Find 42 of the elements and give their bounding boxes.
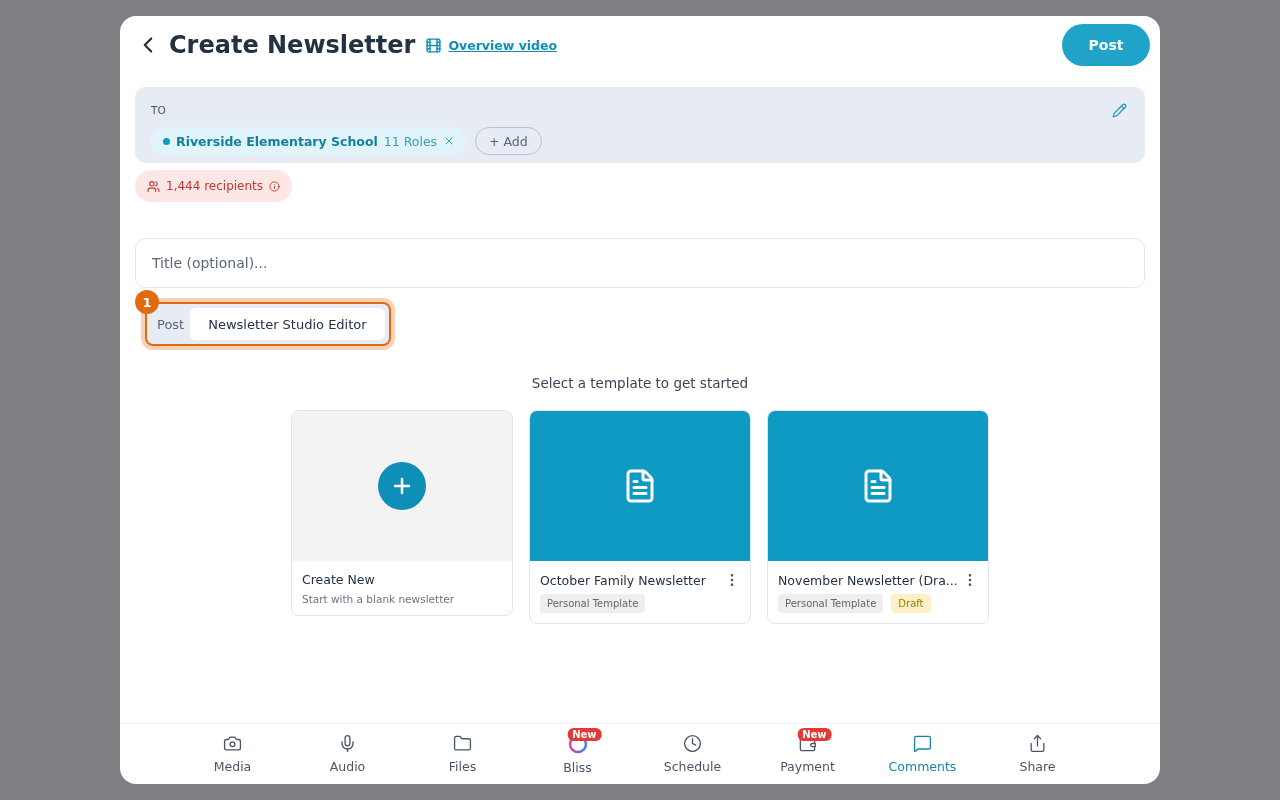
share-icon <box>1028 734 1047 753</box>
template-card[interactable]: November Newsletter (Dra... Personal Template Draft <box>767 410 989 624</box>
microphone-icon <box>338 734 357 753</box>
edit-button[interactable] <box>1112 103 1127 118</box>
template-tag: Personal Template <box>540 594 646 613</box>
card-title: November Newsletter (Dra... <box>778 572 958 588</box>
people-icon <box>147 179 160 193</box>
toolbar-button[interactable]: New Bliss <box>520 724 635 784</box>
title-field[interactable]: Title (optional)... <box>135 238 1145 288</box>
toolbar-button[interactable]: Schedule <box>635 724 750 784</box>
toolbar-button[interactable]: Comments <box>865 724 980 784</box>
recipient-name: Riverside Elementary School <box>176 133 378 149</box>
camera-icon <box>223 734 242 753</box>
new-badge: New <box>567 728 602 741</box>
toolbar-button[interactable]: Audio <box>290 724 405 784</box>
info-icon <box>269 180 281 192</box>
template-tag: Personal Template <box>778 594 884 613</box>
toolbar-button[interactable]: Files <box>405 724 520 784</box>
recipient-chip[interactable]: Riverside Elementary School 11 Roles <box>151 127 468 155</box>
plus-icon <box>378 462 426 510</box>
card-subtitle: Start with a blank newsletter <box>302 593 456 605</box>
page-title: Create Newsletter <box>169 31 416 59</box>
card-title: Create New <box>302 572 375 587</box>
toolbar-button[interactable]: Media <box>175 724 290 784</box>
toolbar-button[interactable]: Share <box>980 724 1095 784</box>
recipients-count: 1,444 recipients <box>166 179 264 193</box>
folder-icon <box>453 734 472 753</box>
new-badge: New <box>797 728 832 741</box>
templates-heading: Select a template to get started <box>530 375 750 391</box>
template-tag: Draft <box>891 594 931 613</box>
editor-tab[interactable]: Newsletter Studio Editor <box>190 308 385 340</box>
roles-count: 11 Roles <box>383 133 438 149</box>
toolbar-button[interactable]: New Payment <box>750 724 865 784</box>
card-title: October Family Newsletter <box>540 572 706 588</box>
overview-video-link[interactable]: Overview video <box>448 37 558 53</box>
step-badge: 1 <box>135 290 159 314</box>
to-label: TO <box>151 104 166 116</box>
comment-icon <box>913 734 932 753</box>
film-icon <box>425 36 443 54</box>
template-card[interactable]: October Family Newsletter Personal Template <box>529 410 751 624</box>
clock-icon <box>683 734 702 753</box>
create-new-card[interactable]: Create New Start with a blank newsletter <box>291 410 513 616</box>
